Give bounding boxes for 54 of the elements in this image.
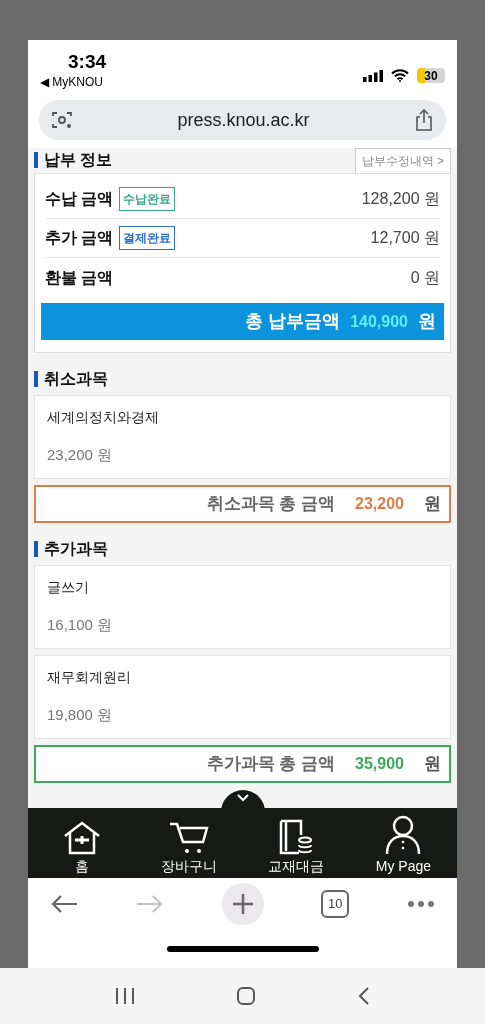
- amount-text: 128,200 원: [361, 189, 440, 209]
- signal-icon: [363, 69, 383, 82]
- amount-text: 12,700 원: [370, 228, 440, 248]
- total-label: 취소과목 총 금액: [206, 493, 336, 516]
- history-link[interactable]: 납부수정내역 >: [354, 148, 451, 173]
- currency-unit: 원: [418, 310, 436, 333]
- share-icon[interactable]: [414, 109, 434, 131]
- nav-tab[interactable]: 교재대금: [242, 808, 350, 878]
- heading-marker: [34, 541, 38, 557]
- row-label: 수납 금액: [45, 189, 114, 209]
- total-amount: 35,900: [355, 754, 404, 774]
- nav-tab[interactable]: 장바구니: [135, 808, 243, 878]
- lens-icon[interactable]: [51, 110, 73, 130]
- nav-tab[interactable]: 홈: [28, 808, 136, 878]
- new-tab-icon[interactable]: [221, 883, 264, 925]
- course-name: 세계의정치와경제: [47, 408, 160, 428]
- back-arrow-icon[interactable]: [50, 894, 78, 914]
- chevron-down-icon: [236, 794, 249, 802]
- cart-icon: [167, 821, 210, 855]
- status-badge: 결제완료: [119, 226, 176, 250]
- section-title: 취소과목: [44, 369, 108, 389]
- section-title: 납부 정보: [44, 150, 113, 170]
- nav-tab[interactable]: My Page: [349, 808, 457, 878]
- total-amount: 140,900: [350, 311, 408, 332]
- row-label: 추가 금액: [45, 228, 114, 248]
- recent-apps-icon[interactable]: [114, 987, 135, 1005]
- amount-text: 0 원: [410, 267, 440, 288]
- back-icon[interactable]: [356, 986, 371, 1006]
- course-price: 23,200 원: [47, 445, 114, 466]
- course-name: 재무회계원리: [47, 668, 132, 688]
- currency-unit: 원: [424, 753, 441, 776]
- row-label: 환불 금액: [45, 267, 114, 288]
- wifi-icon: [391, 69, 409, 82]
- status-time: 3:34: [67, 52, 107, 72]
- section-title: 추가과목: [44, 539, 108, 559]
- heading-marker: [34, 371, 38, 387]
- url-text: press.knou.ac.kr: [177, 108, 310, 132]
- more-icon[interactable]: [407, 900, 435, 908]
- total-label: 추가과목 총 금액: [206, 753, 336, 776]
- total-label: 총 납부금액: [245, 310, 341, 333]
- course-price: 19,800 원: [47, 705, 114, 726]
- book-coins-icon: [278, 819, 315, 855]
- total-amount: 23,200: [355, 494, 404, 514]
- heading-marker: [34, 152, 38, 168]
- person-icon: [384, 815, 423, 855]
- address-bar[interactable]: press.knou.ac.kr: [39, 100, 446, 140]
- house-icon: [62, 821, 101, 855]
- currency-unit: 원: [424, 493, 441, 516]
- course-price: 16,100 원: [47, 615, 114, 636]
- back-to-app-link[interactable]: ◀ MyKNOU: [40, 72, 107, 92]
- home-icon[interactable]: [235, 986, 256, 1006]
- course-name: 글쓰기: [47, 578, 90, 598]
- tab-count-button[interactable]: 10: [321, 890, 350, 918]
- status-badge: 수납완료: [119, 187, 176, 211]
